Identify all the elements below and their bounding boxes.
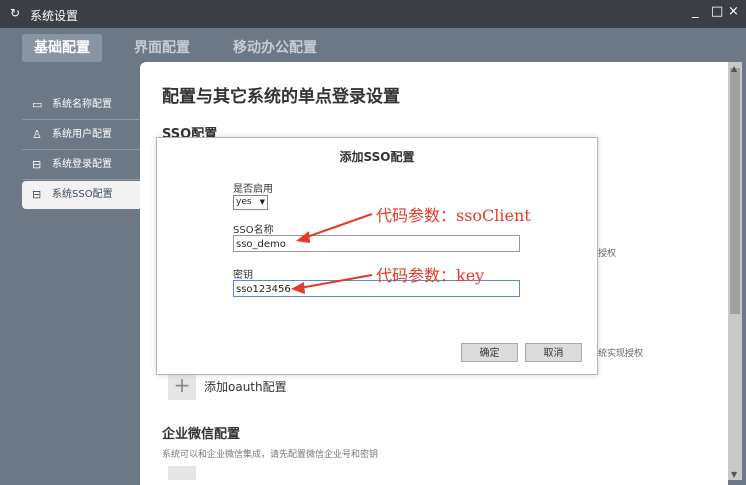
- settings-window: ↻ 系统设置 _ □ × 基础配置 界面配置 移动办公配置 ▭ 系统名称配置 ♙…: [0, 0, 746, 485]
- annotation-arrows: [291, 213, 373, 294]
- annotation-arrow-line: [303, 213, 373, 239]
- annotation-arrow-line: [299, 274, 373, 289]
- annotation-arrowhead: [296, 231, 310, 243]
- annotation-arrowhead: [291, 282, 305, 294]
